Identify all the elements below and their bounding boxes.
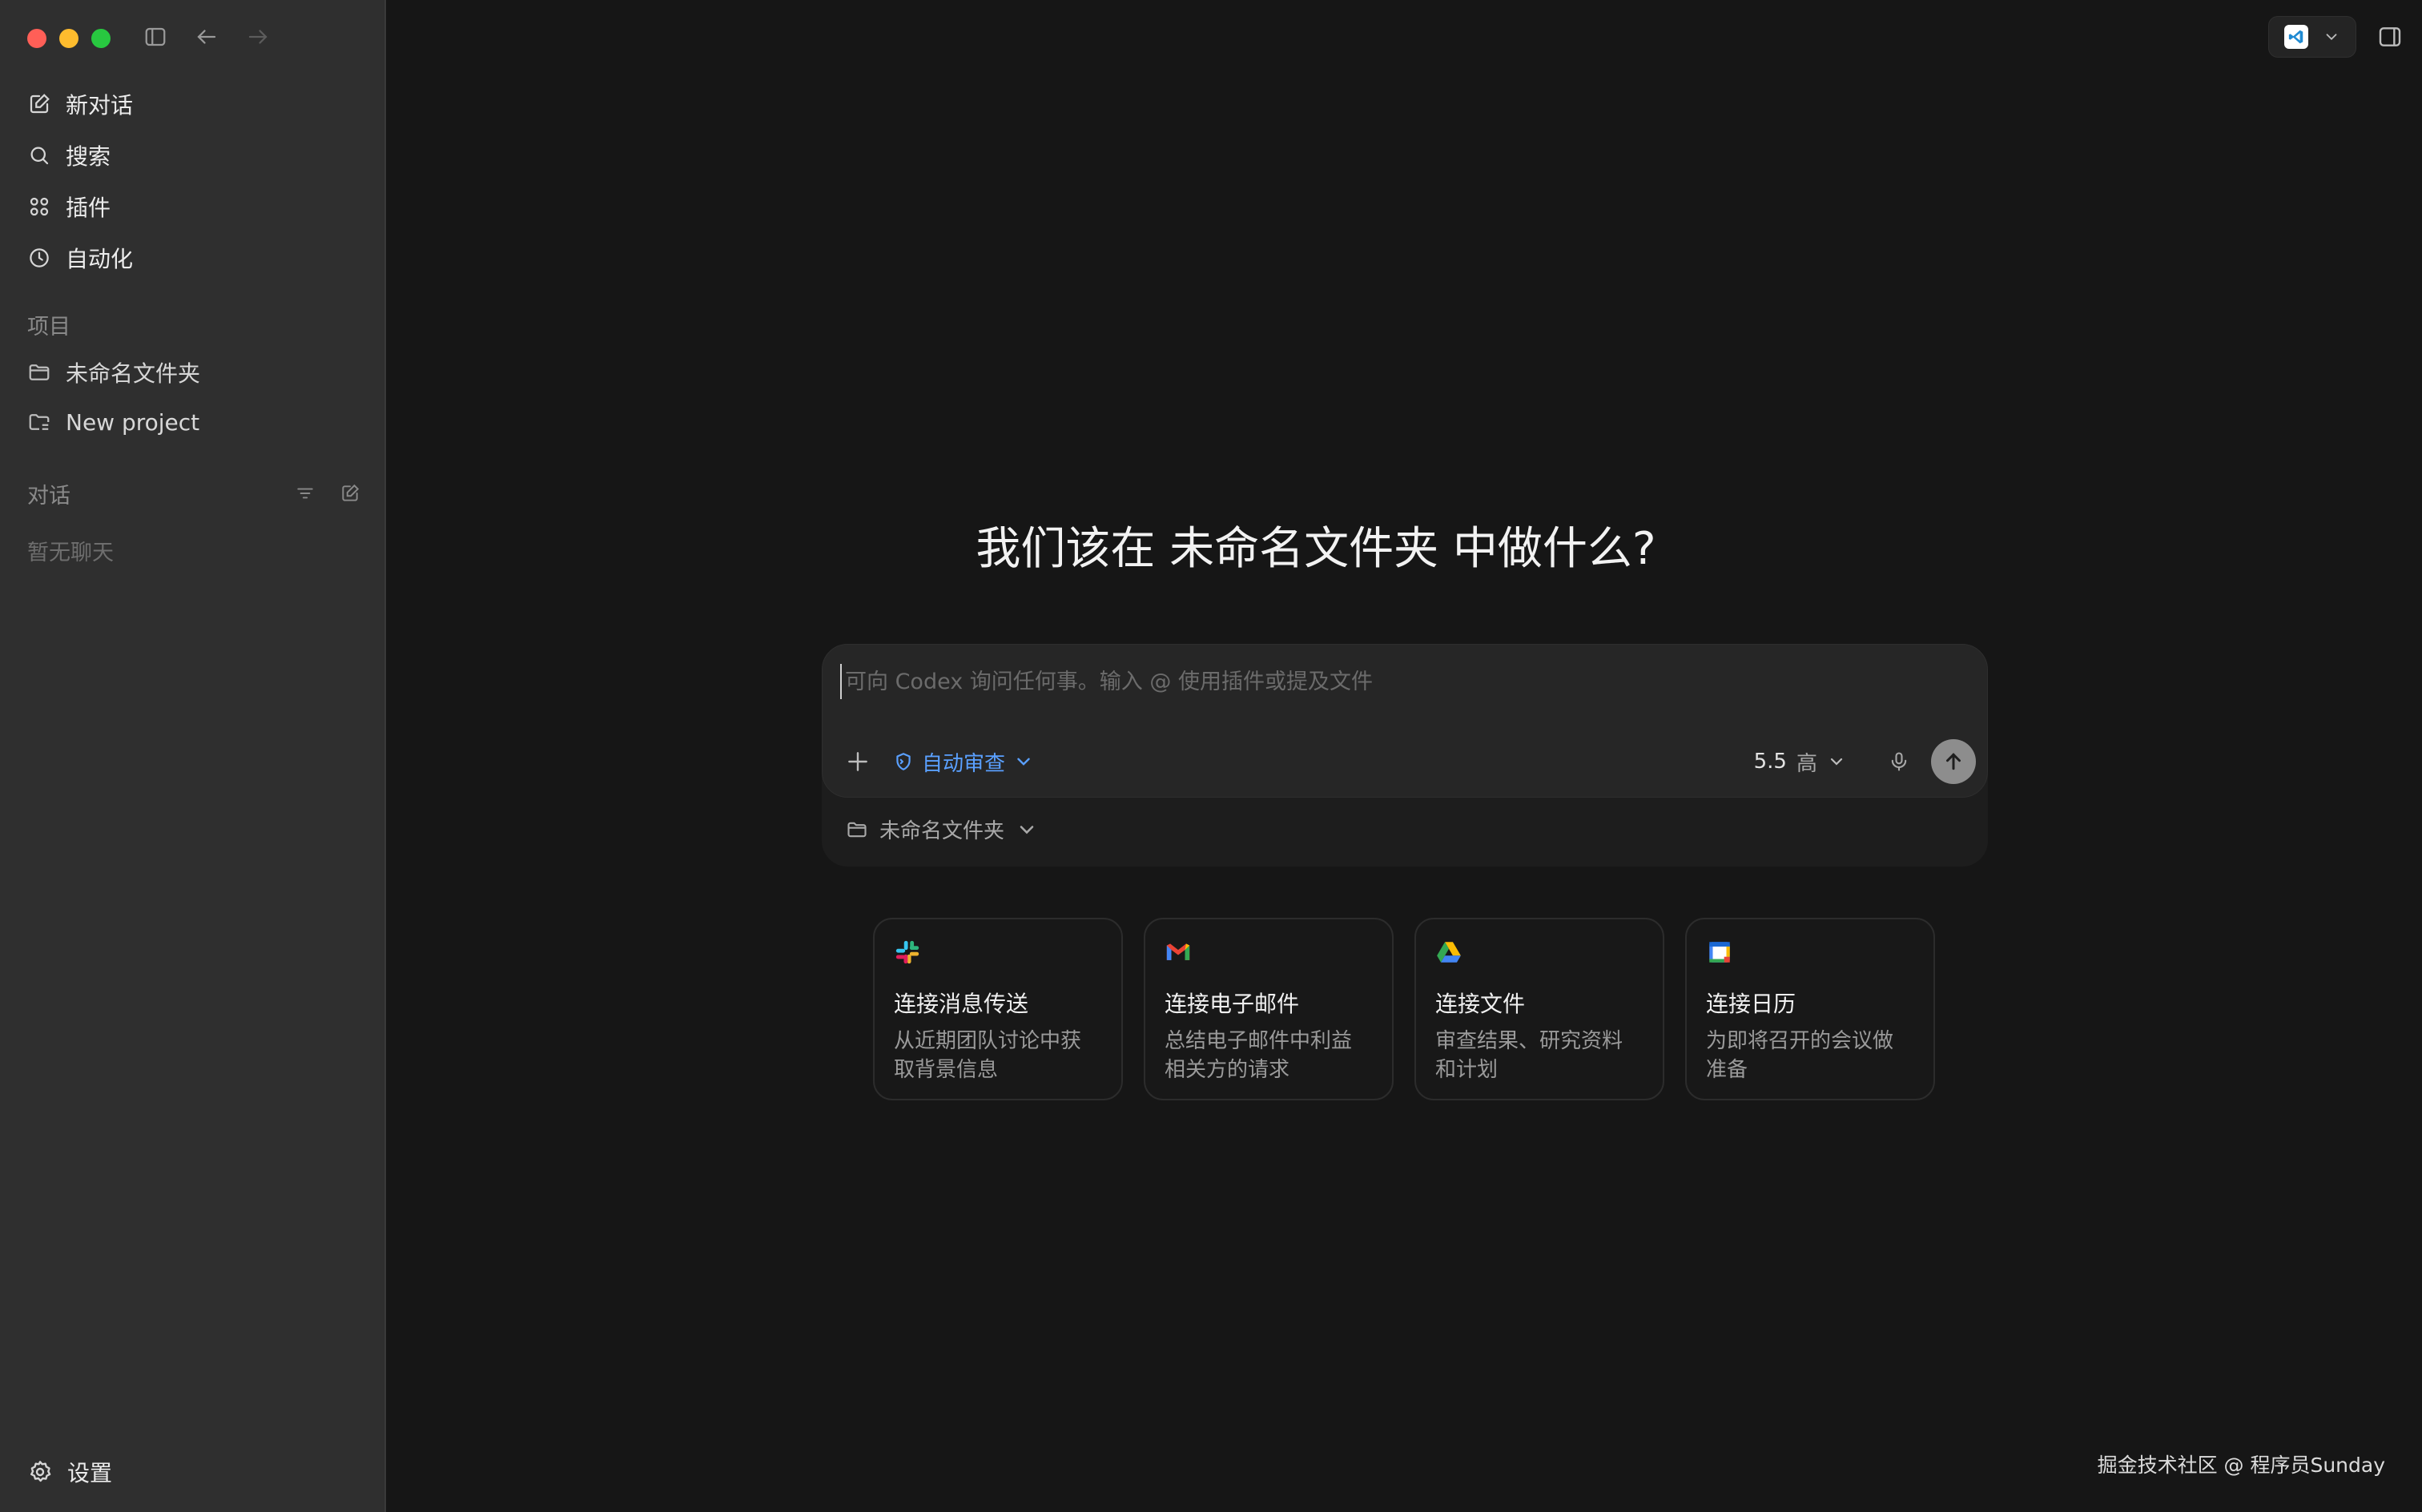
- connector-card-files[interactable]: 连接文件 审查结果、研究资料 和计划: [1414, 918, 1664, 1100]
- chevron-down-icon: [1020, 825, 1034, 834]
- app-window: 新对话 搜索 插件 自动化 项目 未命名文件夹 New project 对话 暂…: [0, 0, 2422, 1512]
- right-panel-icon: [2379, 27, 2401, 46]
- microphone-icon: [1891, 752, 1907, 771]
- nav-item-label: 搜索: [66, 143, 111, 170]
- settings-label: 设置: [67, 1460, 113, 1486]
- window-controls: [27, 29, 111, 48]
- slack-icon: [895, 940, 919, 964]
- search-icon: [30, 147, 49, 165]
- connector-card-title: 连接消息传送: [894, 991, 1029, 1017]
- prompt-input[interactable]: [840, 664, 1969, 699]
- connector-card-title: 连接文件: [1435, 991, 1526, 1017]
- nav-item-label: 插件: [66, 195, 111, 221]
- add-attachment-button[interactable]: [840, 744, 875, 779]
- connector-card-description: 为即将召开的会议做 准备: [1706, 1029, 1894, 1082]
- shield-icon: [896, 753, 911, 770]
- watermark: 掘金技术社区 @ 程序员Sunday: [2097, 1454, 2385, 1477]
- projects-section-title: 项目: [27, 315, 70, 340]
- nav-item-label: 新对话: [66, 92, 134, 119]
- back-button[interactable]: [192, 22, 221, 51]
- model-version: 5.5: [1753, 750, 1787, 774]
- auto-review-dropdown[interactable]: 自动审查: [893, 747, 1034, 777]
- project-folder-icon: [29, 414, 50, 430]
- connector-card-title: 连接日历: [1706, 991, 1796, 1017]
- nav-item-search[interactable]: 搜索: [16, 130, 368, 181]
- connector-card-description: 从近期团队讨论中获 取背景信息: [894, 1029, 1082, 1082]
- nav-item-automation[interactable]: 自动化: [16, 232, 368, 284]
- close-window-button[interactable]: [27, 29, 46, 48]
- project-item-label: New project: [66, 408, 200, 436]
- forward-button[interactable]: [243, 22, 272, 51]
- compose-icon[interactable]: [340, 483, 360, 504]
- connector-card-messaging[interactable]: 连接消息传送 从近期团队讨论中获 取背景信息: [873, 918, 1123, 1100]
- chevron-down-icon: [2326, 34, 2337, 41]
- connector-card-email[interactable]: 连接电子邮件 总结电子邮件中利益 相关方的请求: [1144, 918, 1394, 1100]
- minimize-window-button[interactable]: [59, 29, 78, 48]
- clock-icon: [30, 248, 49, 267]
- chevron-down-icon: [1017, 758, 1030, 766]
- settings-button[interactable]: 设置: [16, 1446, 123, 1498]
- sidebar-toolbar: [141, 22, 272, 51]
- send-button[interactable]: [1931, 739, 1976, 784]
- conversations-empty-text: 暂无聊天: [27, 541, 114, 565]
- composer: 自动审查 5.5 高: [822, 644, 1988, 798]
- auto-review-label: 自动审查: [922, 751, 1006, 776]
- folder-selector[interactable]: 未命名文件夹: [846, 814, 1038, 844]
- nav-item-plugins[interactable]: 插件: [16, 181, 368, 232]
- toggle-sidebar-button[interactable]: [141, 22, 170, 51]
- sidebar-nav: 新对话 搜索 插件 自动化: [16, 78, 368, 284]
- google-calendar-icon: [1709, 942, 1730, 963]
- maximize-window-button[interactable]: [91, 29, 111, 48]
- plugins-icon: [30, 197, 49, 216]
- model-level: 高: [1796, 751, 1817, 776]
- plus-icon: [848, 752, 867, 771]
- nav-item-label: 自动化: [66, 246, 134, 272]
- folder-selector-label: 未命名文件夹: [879, 819, 1005, 843]
- connector-cards: 连接消息传送 从近期团队讨论中获 取背景信息 连接电子邮件 总结电子邮件中利益 …: [873, 918, 1935, 1100]
- chevron-down-icon: [1830, 758, 1843, 766]
- folder-icon: [847, 822, 867, 837]
- projects-list: 未命名文件夹 New project: [16, 348, 368, 447]
- connector-card-calendar[interactable]: 连接日历 为即将召开的会议做 准备: [1685, 918, 1935, 1100]
- page-title: 我们该在 未命名文件夹 中做什么?: [976, 523, 1656, 575]
- voice-input-button[interactable]: [1883, 746, 1915, 778]
- new-chat-icon: [30, 94, 50, 114]
- connector-card-description: 审查结果、研究资料 和计划: [1435, 1029, 1623, 1082]
- google-drive-icon: [1437, 942, 1461, 963]
- model-selector[interactable]: 5.5 高: [1754, 747, 1846, 777]
- arrow-right-icon: [248, 30, 268, 44]
- folder-icon: [29, 364, 50, 380]
- gmail-icon: [1166, 943, 1190, 960]
- arrow-up-icon: [1946, 753, 1961, 770]
- composer-toolbar: 自动审查 5.5 高: [840, 736, 1976, 787]
- project-item-label: 未命名文件夹: [66, 360, 201, 387]
- main-panel: 我们该在 未命名文件夹 中做什么? 自动审查 5.5 高: [384, 0, 2422, 1512]
- project-item-unnamed-folder[interactable]: 未命名文件夹: [16, 348, 368, 397]
- arrow-left-icon: [197, 30, 216, 44]
- gear-icon: [30, 1461, 51, 1482]
- vscode-icon: [2284, 25, 2308, 49]
- toggle-right-panel-button[interactable]: [2377, 24, 2404, 51]
- sidebar-icon: [145, 27, 166, 46]
- open-in-editor-button[interactable]: [2268, 16, 2356, 58]
- conversations-section-title: 对话: [27, 483, 70, 509]
- nav-item-new-chat[interactable]: 新对话: [16, 78, 368, 130]
- connector-card-description: 总结电子邮件中利益 相关方的请求: [1165, 1029, 1353, 1082]
- filter-icon[interactable]: [295, 483, 316, 504]
- project-item-new-project[interactable]: New project: [16, 397, 368, 447]
- connector-card-title: 连接电子邮件: [1165, 991, 1300, 1017]
- conversations-header: 对话: [27, 477, 360, 509]
- sidebar: 新对话 搜索 插件 自动化 项目 未命名文件夹 New project 对话 暂…: [0, 0, 384, 1512]
- composer-container: 自动审查 5.5 高: [822, 644, 1988, 867]
